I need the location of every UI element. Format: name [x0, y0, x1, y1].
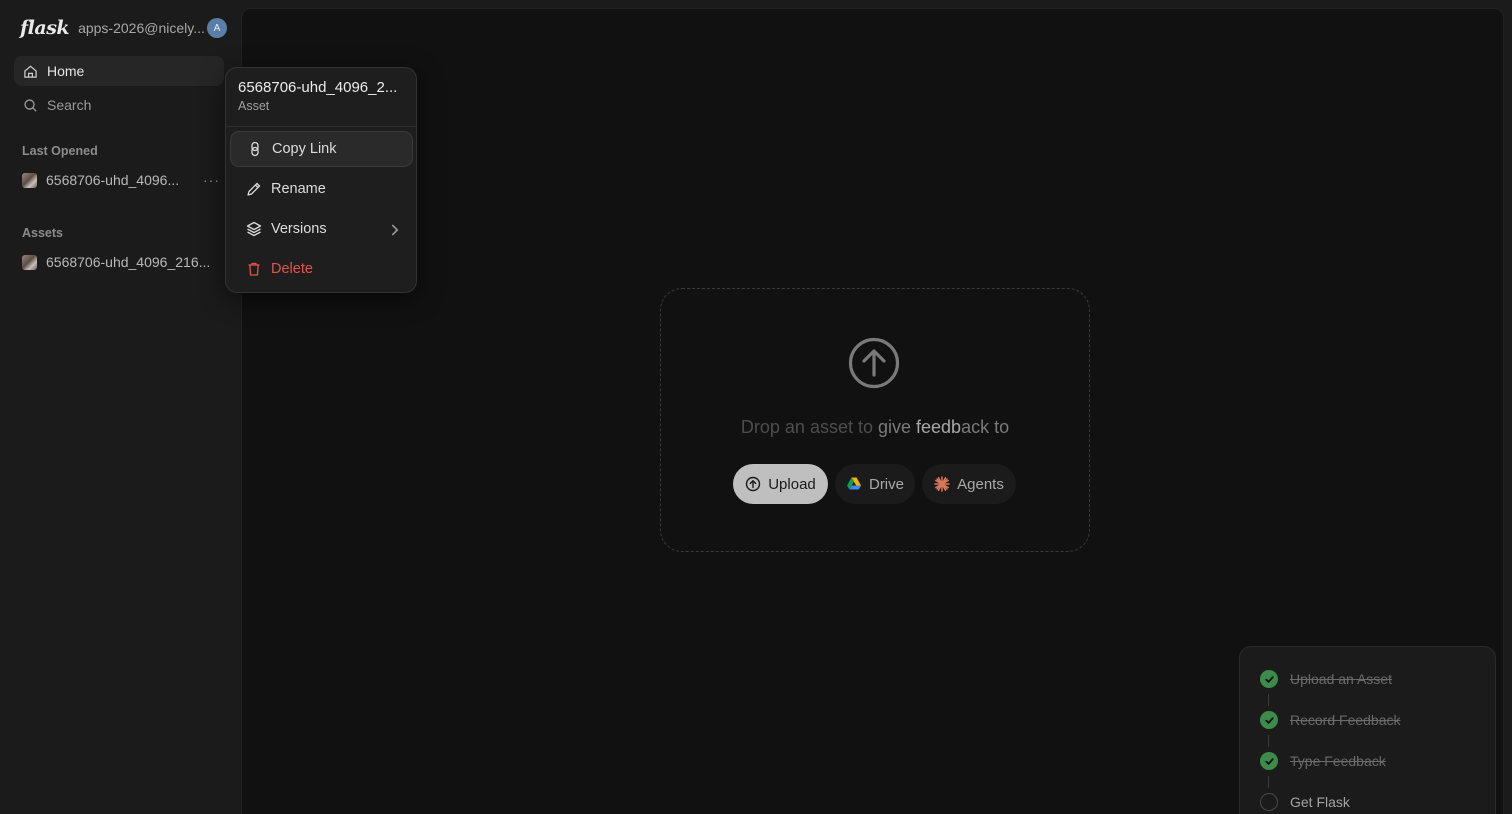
trash-icon: [248, 262, 260, 276]
checkmark-icon: [1260, 711, 1278, 729]
empty-circle-icon: [1260, 793, 1278, 811]
sidebar-item-label: Search: [47, 97, 92, 113]
home-icon: [24, 65, 37, 78]
copy-link-menu-item[interactable]: Copy Link: [230, 131, 413, 167]
onboarding-checklist: Upload an Asset Record Feedback Type Fee…: [1239, 646, 1496, 814]
menu-item-label: Versions: [271, 221, 327, 237]
checklist-item[interactable]: Get Flask: [1260, 793, 1350, 811]
workspace-switcher[interactable]: apps-2026@nicely...: [78, 20, 205, 36]
chevron-right-icon: [391, 224, 399, 236]
search-icon: [24, 98, 37, 112]
checklist-item-label: Upload an Asset: [1290, 671, 1392, 687]
last-opened-item[interactable]: 6568706-uhd_4096...: [22, 169, 222, 191]
flask-logo[interactable]: flask: [20, 17, 70, 39]
asset-context-menu: 6568706-uhd_4096_2... Asset Copy Link Re…: [225, 67, 417, 293]
checklist-item[interactable]: Upload an Asset: [1260, 670, 1392, 688]
dropzone-text-part: give: [877, 417, 917, 437]
assets-heading: Assets: [22, 226, 63, 240]
asset-thumbnail: [22, 254, 37, 270]
checklist-item-label: Get Flask: [1290, 794, 1350, 810]
layers-icon: [246, 221, 262, 237]
checklist-connector: [1268, 694, 1269, 706]
avatar[interactable]: A: [207, 18, 227, 38]
checkmark-icon: [1260, 752, 1278, 770]
checklist-connector: [1268, 735, 1269, 747]
menu-item-label: Delete: [271, 261, 313, 277]
sidebar-item-label: Home: [47, 63, 85, 79]
checklist-item-label: Record Feedback: [1290, 712, 1401, 728]
upload-button[interactable]: Upload: [733, 464, 828, 504]
file-name: 6568706-uhd_4096_216...: [46, 254, 211, 270]
more-options-button[interactable]: ···: [203, 172, 220, 188]
asset-item[interactable]: 6568706-uhd_4096_216...: [22, 251, 222, 273]
menu-subtitle: Asset: [238, 99, 270, 113]
file-name: 6568706-uhd_4096...: [46, 172, 180, 188]
drive-button[interactable]: Drive: [835, 464, 915, 504]
rename-menu-item[interactable]: Rename: [230, 171, 413, 207]
last-opened-heading: Last Opened: [22, 144, 98, 158]
drive-button-label: Drive: [868, 475, 904, 493]
agents-button[interactable]: Agents: [922, 464, 1016, 504]
dropzone-text-part: ack to: [961, 417, 1010, 437]
upload-icon: [746, 476, 761, 492]
pencil-icon: [247, 182, 261, 196]
checklist-item[interactable]: Record Feedback: [1260, 711, 1401, 729]
brand: flask apps-2026@nicely...: [20, 16, 205, 40]
sidebar-item-home[interactable]: Home: [14, 56, 224, 86]
dropzone-text-part: feedb: [916, 417, 962, 437]
asset-thumbnail: [22, 172, 37, 188]
sparkle-icon: [934, 476, 950, 492]
delete-menu-item[interactable]: Delete: [230, 251, 413, 287]
checklist-item-label: Type Feedback: [1290, 753, 1386, 769]
link-icon: [251, 141, 259, 157]
sidebar-item-search[interactable]: Search: [14, 90, 224, 120]
upload-button-label: Upload: [768, 475, 816, 493]
versions-menu-item[interactable]: Versions: [230, 211, 413, 247]
menu-title: 6568706-uhd_4096_2...: [238, 79, 398, 96]
sidebar: flask apps-2026@nicely... A Home Search …: [0, 0, 240, 814]
upload-arrow-icon: [848, 337, 900, 389]
dropzone-text-part: Drop an asset to: [740, 417, 878, 437]
checkmark-icon: [1260, 670, 1278, 688]
dropzone-text: Drop an asset to give feedback to: [660, 417, 1090, 438]
app-root: flask apps-2026@nicely... A Home Search …: [0, 0, 1512, 814]
menu-divider: [226, 126, 416, 127]
checklist-item[interactable]: Type Feedback: [1260, 752, 1386, 770]
checklist-connector: [1268, 776, 1269, 788]
agents-button-label: Agents: [957, 475, 1004, 493]
menu-item-label: Copy Link: [272, 141, 337, 157]
menu-item-label: Rename: [271, 181, 326, 197]
google-drive-icon: [846, 477, 861, 490]
